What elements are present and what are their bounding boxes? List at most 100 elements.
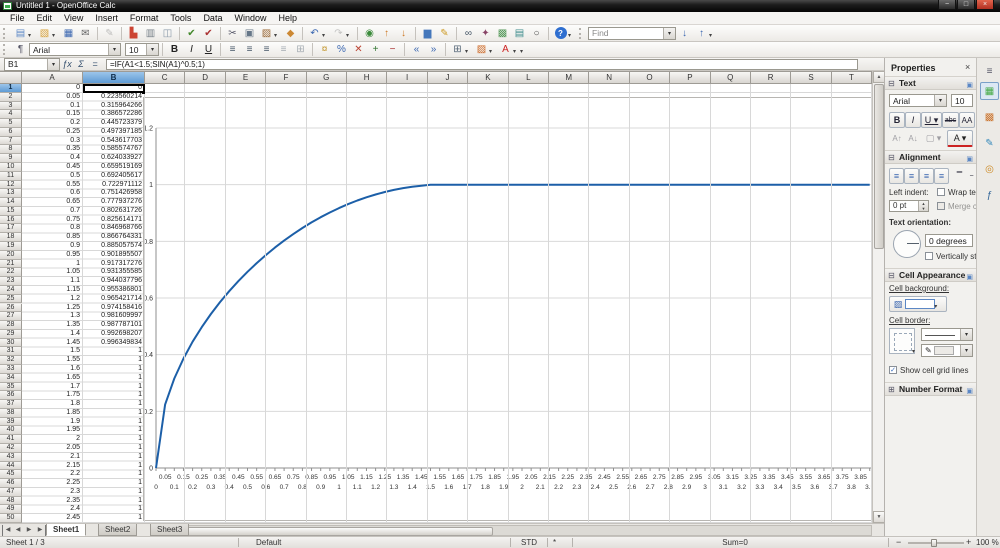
function-wizard-icon[interactable]: ƒx bbox=[60, 58, 74, 70]
find-toolbar-options-icon[interactable]: ▾ bbox=[709, 32, 716, 39]
cell-b7[interactable]: 0.543617703 bbox=[83, 137, 144, 146]
zoom-icon[interactable]: ○ bbox=[529, 26, 544, 40]
row-header-1[interactable]: 1 bbox=[0, 84, 22, 93]
selection-fill-handle[interactable] bbox=[142, 91, 145, 94]
orientation-dial[interactable] bbox=[893, 230, 921, 258]
sheet-tab-sheet1[interactable]: Sheet1 bbox=[46, 524, 86, 536]
cell-b20[interactable]: 0.901895507 bbox=[83, 251, 144, 260]
cell-a21[interactable]: 1 bbox=[22, 260, 82, 269]
cell-a23[interactable]: 1.1 bbox=[22, 277, 82, 286]
row-header-11[interactable]: 11 bbox=[0, 172, 22, 181]
cell-a47[interactable]: 2.3 bbox=[22, 488, 82, 497]
paste-icon[interactable]: ▨ bbox=[259, 26, 274, 40]
show-grid-lines-checkbox[interactable]: ✓ bbox=[889, 366, 897, 374]
row-header-40[interactable]: 40 bbox=[0, 426, 22, 435]
show-draw-functions-icon[interactable]: ✎ bbox=[437, 26, 452, 40]
cell-b21[interactable]: 0.917317276 bbox=[83, 260, 144, 269]
menu-item-file[interactable]: File bbox=[4, 12, 31, 24]
cell-b49[interactable]: 1 bbox=[83, 505, 144, 514]
navigator-tab-icon[interactable]: ◎ bbox=[980, 160, 999, 178]
column-header-E[interactable]: E bbox=[226, 71, 266, 84]
cell-b2[interactable]: 0.223560214 bbox=[83, 93, 144, 102]
zoom-percent[interactable]: 100 % bbox=[976, 537, 999, 548]
next-sheet-icon[interactable]: ▶ bbox=[24, 525, 34, 536]
first-sheet-icon[interactable]: ◀ bbox=[2, 525, 13, 536]
cell-b12[interactable]: 0.722971112 bbox=[83, 181, 144, 190]
vertical-scroll-thumb[interactable] bbox=[874, 84, 884, 249]
cell-a36[interactable]: 1.75 bbox=[22, 391, 82, 400]
gallery-tab-icon[interactable]: ▩ bbox=[980, 108, 999, 126]
row-header-16[interactable]: 16 bbox=[0, 216, 22, 225]
sidebar-strikethrough-icon[interactable]: abc bbox=[942, 112, 959, 128]
row-header-19[interactable]: 19 bbox=[0, 242, 22, 251]
edit-file-icon[interactable]: ✎ bbox=[102, 26, 117, 40]
cell-b34[interactable]: 1 bbox=[83, 374, 144, 383]
column-header-G[interactable]: G bbox=[307, 71, 347, 84]
sidebar-change-case-icon[interactable]: AA bbox=[959, 112, 975, 128]
cell-b39[interactable]: 1 bbox=[83, 418, 144, 427]
cell-a48[interactable]: 2.35 bbox=[22, 497, 82, 506]
auto-spellcheck-icon[interactable]: ✔ bbox=[201, 26, 216, 40]
zoom-in-icon[interactable]: + bbox=[966, 537, 971, 548]
row-header-30[interactable]: 30 bbox=[0, 339, 22, 348]
cell-a14[interactable]: 0.65 bbox=[22, 198, 82, 207]
spinner-icons[interactable]: ▲▼ bbox=[918, 201, 928, 211]
row-header-28[interactable]: 28 bbox=[0, 321, 22, 330]
zoom-slider-thumb[interactable] bbox=[931, 539, 937, 547]
zoom-out-icon[interactable]: − bbox=[896, 537, 901, 548]
cell-b40[interactable]: 1 bbox=[83, 426, 144, 435]
sidebar-font-size[interactable]: 10 bbox=[951, 94, 973, 107]
minimize-button[interactable]: − bbox=[938, 0, 956, 10]
sort-ascending-icon[interactable]: ↑ bbox=[379, 26, 394, 40]
row-header-29[interactable]: 29 bbox=[0, 330, 22, 339]
cell-a17[interactable]: 0.8 bbox=[22, 224, 82, 233]
sidebar-superscript-icon[interactable]: A↑ bbox=[889, 130, 905, 146]
row-header-39[interactable]: 39 bbox=[0, 418, 22, 427]
menu-item-data[interactable]: Data bbox=[197, 12, 228, 24]
cell-b14[interactable]: 0.777937276 bbox=[83, 198, 144, 207]
row-header-26[interactable]: 26 bbox=[0, 304, 22, 313]
cell-b46[interactable]: 1 bbox=[83, 479, 144, 488]
row-header-22[interactable]: 22 bbox=[0, 268, 22, 277]
cut-icon[interactable]: ✂ bbox=[225, 26, 240, 40]
cell-a34[interactable]: 1.65 bbox=[22, 374, 82, 383]
cell-a22[interactable]: 1.05 bbox=[22, 268, 82, 277]
cell-a16[interactable]: 0.75 bbox=[22, 216, 82, 225]
cell-b26[interactable]: 0.974158416 bbox=[83, 304, 144, 313]
section-options-icon[interactable]: ▣ bbox=[966, 271, 973, 284]
cell-a11[interactable]: 0.5 bbox=[22, 172, 82, 181]
column-header-O[interactable]: O bbox=[630, 71, 670, 84]
cell-b44[interactable]: 1 bbox=[83, 462, 144, 471]
row-header-12[interactable]: 12 bbox=[0, 181, 22, 190]
menu-item-tools[interactable]: Tools bbox=[164, 12, 197, 24]
cell-b24[interactable]: 0.955386801 bbox=[83, 286, 144, 295]
cell-a6[interactable]: 0.25 bbox=[22, 128, 82, 137]
sidebar-font-name[interactable]: Arial ▾ bbox=[889, 94, 947, 107]
dropdown-icon[interactable]: ▾ bbox=[934, 95, 946, 106]
column-header-L[interactable]: L bbox=[509, 71, 549, 84]
gallery-icon[interactable]: ▩ bbox=[495, 26, 510, 40]
cell-b37[interactable]: 1 bbox=[83, 400, 144, 409]
cell-a33[interactable]: 1.6 bbox=[22, 365, 82, 374]
spelling-icon[interactable]: ✔ bbox=[184, 26, 199, 40]
sidebar-settings-icon[interactable]: ≡ bbox=[980, 62, 999, 80]
cell-a4[interactable]: 0.15 bbox=[22, 110, 82, 119]
merge-cells-checkbox[interactable] bbox=[937, 202, 945, 210]
column-header-H[interactable]: H bbox=[347, 71, 387, 84]
column-header-N[interactable]: N bbox=[589, 71, 629, 84]
name-box[interactable]: B1 ▾ bbox=[4, 58, 60, 71]
sum-display[interactable]: Sum=0 bbox=[700, 537, 770, 548]
row-header-50[interactable]: 50 bbox=[0, 514, 22, 523]
menu-item-format[interactable]: Format bbox=[124, 12, 165, 24]
vertically-stacked-checkbox[interactable] bbox=[925, 252, 933, 260]
redo-icon-dropdown[interactable]: ▾ bbox=[346, 32, 353, 39]
functions-tab-icon[interactable]: ƒ bbox=[980, 186, 999, 204]
cell-b33[interactable]: 1 bbox=[83, 365, 144, 374]
toolbar-handle[interactable] bbox=[3, 44, 8, 55]
standard-format-icon[interactable]: ✕ bbox=[351, 43, 366, 57]
row-header-17[interactable]: 17 bbox=[0, 224, 22, 233]
sidebar-align-justify-icon[interactable]: ≡ bbox=[934, 168, 949, 184]
cell-b42[interactable]: 1 bbox=[83, 444, 144, 453]
previous-sheet-icon[interactable]: ◀ bbox=[13, 525, 23, 536]
open-icon[interactable]: ▧ bbox=[37, 26, 52, 40]
